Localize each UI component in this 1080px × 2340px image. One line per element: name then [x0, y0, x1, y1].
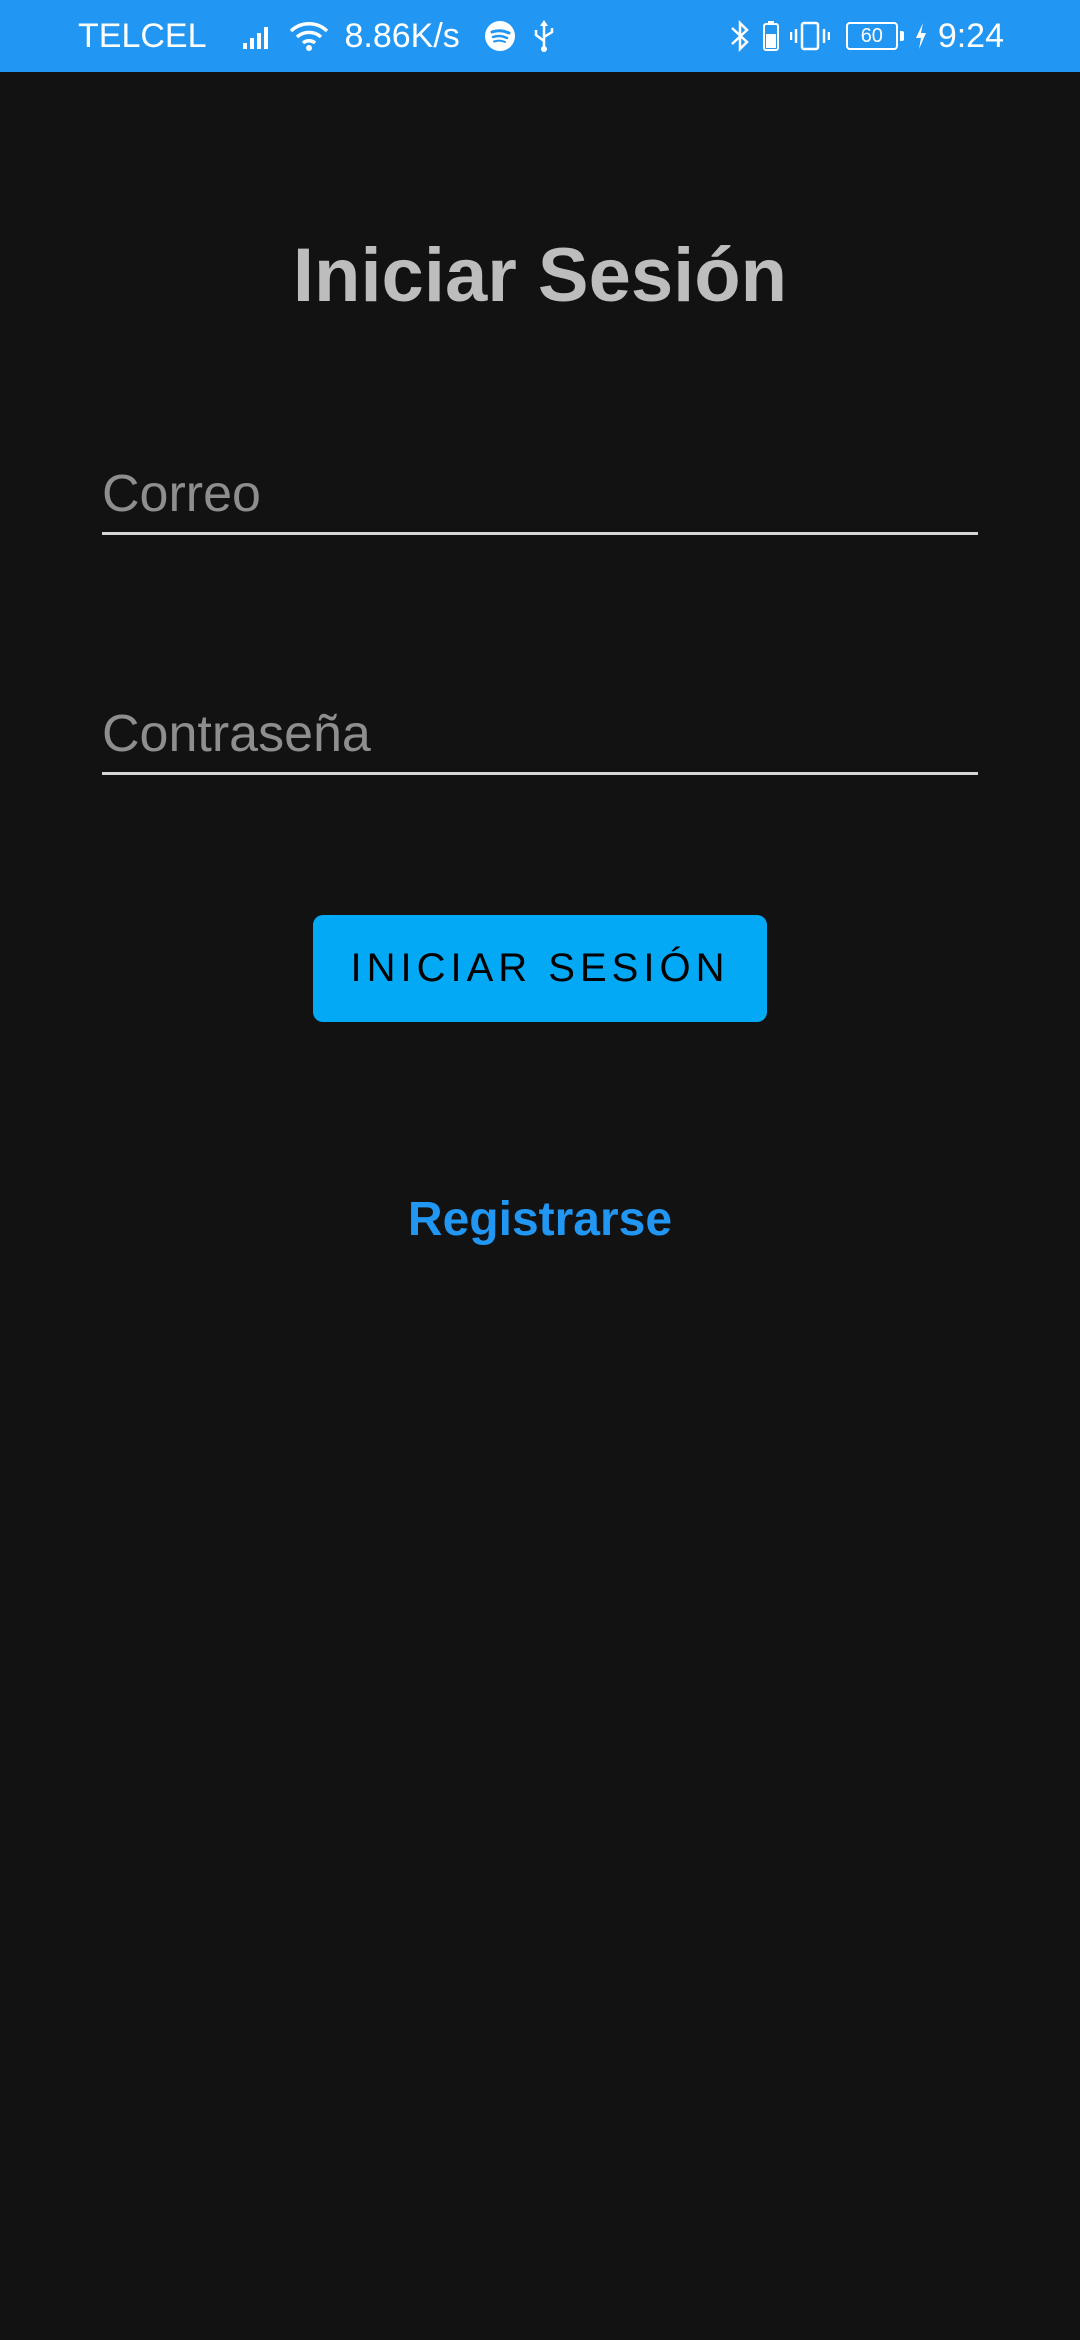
- status-bar-left: TELCEL 8.86K/s: [78, 17, 556, 56]
- password-field-container: [102, 695, 978, 775]
- battery-level: 60: [845, 22, 898, 50]
- usb-icon: [532, 19, 556, 53]
- email-field-container: [102, 455, 978, 535]
- register-link[interactable]: Registrarse: [0, 1192, 1080, 1247]
- login-button[interactable]: INICIAR SESIÓN: [313, 915, 767, 1022]
- battery-cap: [899, 31, 904, 41]
- password-input[interactable]: [102, 695, 978, 772]
- status-bar: TELCEL 8.86K/s 60 9:24: [0, 0, 1080, 72]
- page-title: Iniciar Sesión: [292, 233, 788, 318]
- signal-icon: [241, 21, 273, 51]
- network-speed: 8.86K/s: [344, 16, 460, 55]
- charging-icon: [914, 22, 928, 50]
- wifi-icon: [289, 20, 329, 52]
- battery-indicator: 60: [845, 22, 904, 50]
- clock: 9:24: [937, 16, 1004, 55]
- email-input[interactable]: [102, 455, 978, 532]
- vibrate-icon: [789, 20, 830, 52]
- carrier-name: TELCEL: [78, 16, 207, 55]
- bluetooth-icon: [728, 19, 752, 53]
- battery-small-icon: [762, 20, 780, 52]
- spotify-icon: [484, 20, 516, 52]
- status-bar-right: 60 9:24: [728, 17, 1004, 56]
